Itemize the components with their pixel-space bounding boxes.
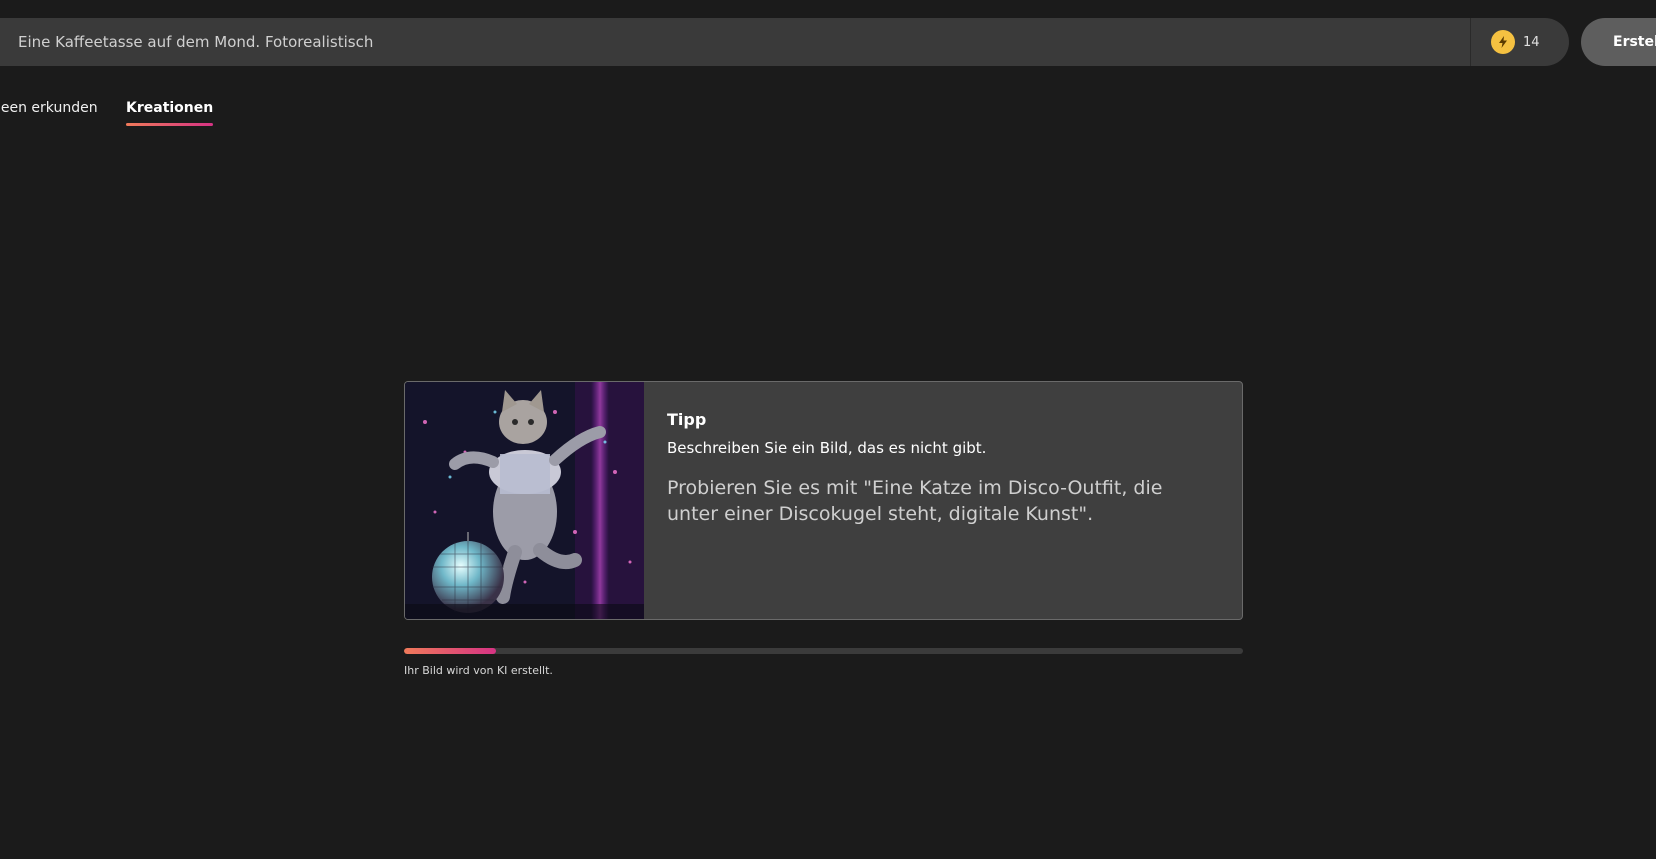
boost-counter[interactable]: 14 xyxy=(1470,18,1569,66)
progress-label: Ihr Bild wird von KI erstellt. xyxy=(404,664,553,677)
tip-title: Tipp xyxy=(667,410,707,429)
tip-text: Beschreiben Sie ein Bild, das es nicht g… xyxy=(667,439,987,457)
prompt-bar: 14 xyxy=(0,18,1569,66)
boost-count: 14 xyxy=(1523,34,1540,50)
tip-suggestion: Probieren Sie es mit "Eine Katze im Disc… xyxy=(667,477,1163,525)
tip-content: Tipp Beschreiben Sie ein Bild, das es ni… xyxy=(667,410,1202,527)
prompt-input[interactable] xyxy=(0,18,1470,66)
page: 14 Erstel deen erkunden Kreationen xyxy=(0,0,1656,859)
tab-creations[interactable]: Kreationen xyxy=(126,100,214,126)
disco-cat-image xyxy=(405,382,644,619)
progress-fill xyxy=(404,648,497,654)
lightning-bolt-icon xyxy=(1491,30,1515,54)
active-tab-indicator xyxy=(126,123,214,126)
create-button[interactable]: Erstel xyxy=(1581,18,1656,66)
progress-bar xyxy=(404,648,1243,654)
tab-creations-label: Kreationen xyxy=(126,100,214,116)
tip-card: Tipp Beschreiben Sie ein Bild, das es ni… xyxy=(404,381,1243,620)
tab-explore-ideas[interactable]: deen erkunden xyxy=(0,100,98,116)
